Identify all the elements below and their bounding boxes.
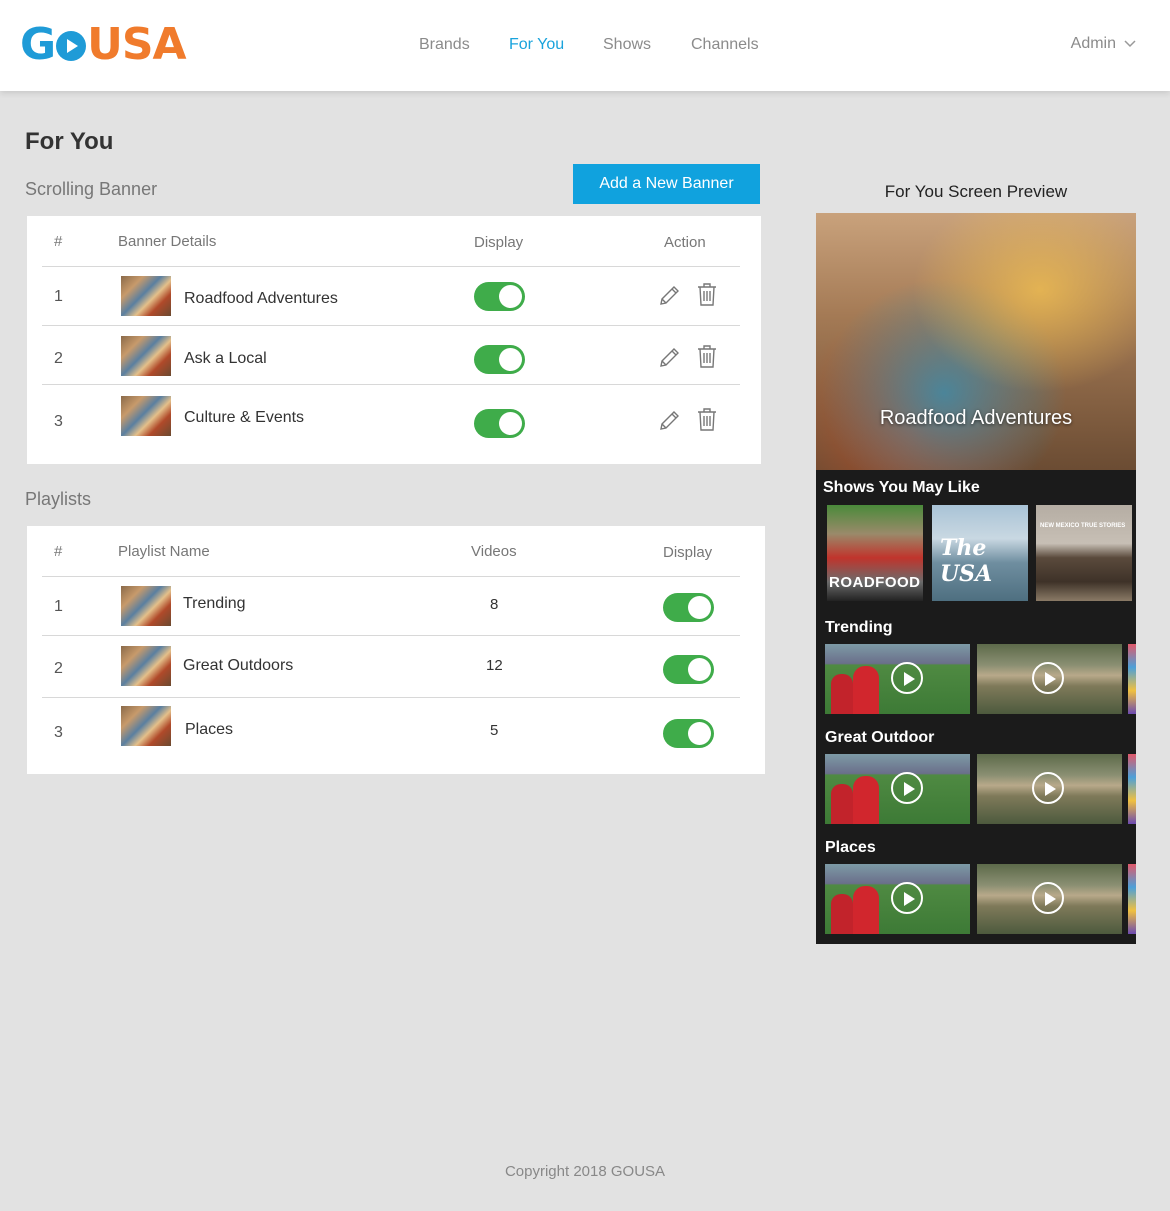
- playlist-thumbnail: [121, 706, 171, 746]
- playlist-table: # Playlist Name Videos Display 1 Trendin…: [27, 526, 765, 774]
- trash-icon[interactable]: [695, 406, 719, 432]
- row-number: 3: [54, 724, 63, 741]
- preview-row-title: Places: [825, 839, 876, 856]
- row-number: 2: [54, 660, 63, 677]
- video-tile[interactable]: [1128, 864, 1136, 934]
- row-number: 1: [54, 598, 63, 615]
- table-row: 1 Roadfood Adventures: [42, 266, 740, 326]
- row-number: 1: [54, 288, 63, 305]
- trash-icon[interactable]: [695, 343, 719, 369]
- video-count: 12: [486, 657, 503, 674]
- col-header-videos: Videos: [471, 543, 517, 560]
- playlist-name: Places: [185, 721, 234, 738]
- preview-row-title: Trending: [825, 619, 893, 636]
- trash-icon[interactable]: [695, 281, 719, 307]
- banner-thumbnail: [121, 276, 171, 316]
- banner-name: Culture & Events: [184, 409, 305, 426]
- edit-pencil-icon[interactable]: [657, 408, 681, 434]
- playlist-section-title: Playlists: [25, 489, 92, 509]
- play-icon: [891, 882, 923, 914]
- footer-copyright: Copyright 2018 GOUSA: [504, 1163, 666, 1180]
- col-header-name: Playlist Name: [118, 543, 210, 560]
- col-header-num: #: [54, 233, 63, 250]
- screen-preview: Roadfood Adventures Shows You May Like R…: [816, 213, 1136, 944]
- banner-name: Ask a Local: [184, 350, 267, 367]
- row-number: 2: [54, 350, 63, 367]
- top-header: G USA Brands For You Shows Channels Admin: [0, 0, 1170, 91]
- hero-caption: Roadfood Adventures: [879, 407, 1073, 429]
- banner-table: # Banner Details Display Action 1 Roadfo…: [27, 216, 761, 464]
- display-toggle[interactable]: [474, 282, 525, 311]
- display-toggle[interactable]: [663, 655, 714, 684]
- col-header-display: Display: [474, 234, 524, 251]
- show-tile-label: ROADFOOD: [829, 574, 921, 591]
- video-tile[interactable]: [825, 644, 970, 714]
- show-tile-roadfood[interactable]: ROADFOOD: [827, 505, 923, 601]
- edit-pencil-icon[interactable]: [657, 345, 681, 371]
- user-menu-label: Admin: [1070, 35, 1116, 52]
- banner-section-title: Scrolling Banner: [25, 179, 158, 199]
- play-icon: [891, 662, 923, 694]
- video-tile[interactable]: [977, 754, 1122, 824]
- video-tile[interactable]: [977, 864, 1122, 934]
- playlist-thumbnail: [121, 586, 171, 626]
- row-number: 3: [54, 413, 63, 430]
- page-title: For You: [25, 128, 114, 155]
- nav-for-you[interactable]: For You: [509, 36, 564, 54]
- shows-section-title: Shows You May Like: [823, 479, 980, 496]
- video-tile[interactable]: [825, 754, 970, 824]
- video-count: 5: [490, 722, 499, 739]
- table-row: 2 Great Outdoors 12: [42, 635, 740, 697]
- playlist-thumbnail: [121, 646, 171, 686]
- edit-pencil-icon[interactable]: [657, 283, 681, 309]
- col-header-details: Banner Details: [118, 233, 217, 250]
- table-row: 3 Places 5: [42, 697, 740, 761]
- hero-banner-image: Roadfood Adventures: [816, 213, 1136, 470]
- nav-channels[interactable]: Channels: [691, 36, 759, 54]
- banner-thumbnail: [121, 396, 171, 436]
- add-banner-button[interactable]: Add a New Banner: [573, 164, 760, 204]
- nav-shows[interactable]: Shows: [603, 36, 651, 54]
- preview-row-title: Great Outdoor: [825, 729, 935, 746]
- table-row: 3 Culture & Events: [42, 384, 740, 450]
- col-header-display: Display: [663, 544, 713, 561]
- show-tile-label: NEW MEXICO TRUE STORIES: [1040, 523, 1126, 529]
- video-tile[interactable]: [1128, 644, 1136, 714]
- playlist-name: Trending: [183, 595, 246, 612]
- main-nav: Brands For You Shows Channels: [0, 36, 1170, 58]
- col-header-action: Action: [664, 234, 706, 251]
- video-tile[interactable]: [825, 864, 970, 934]
- col-header-num: #: [54, 543, 63, 560]
- video-count: 8: [490, 596, 499, 613]
- play-icon: [1032, 882, 1064, 914]
- display-toggle[interactable]: [474, 409, 525, 438]
- table-row: 1 Trending 8: [42, 576, 740, 636]
- table-row: 2 Ask a Local: [42, 325, 740, 385]
- banner-thumbnail: [121, 336, 171, 376]
- play-icon: [1032, 662, 1064, 694]
- banner-name: Roadfood Adventures: [184, 290, 338, 307]
- nav-brands[interactable]: Brands: [419, 36, 470, 54]
- preview-title: For You Screen Preview: [884, 182, 1068, 201]
- video-tile[interactable]: [1128, 754, 1136, 824]
- user-menu[interactable]: Admin: [1071, 35, 1136, 53]
- show-tile-new-mexico[interactable]: NEW MEXICO TRUE STORIES: [1036, 505, 1132, 601]
- chevron-down-icon: [1124, 40, 1136, 48]
- show-tile-label: The USA: [940, 535, 993, 587]
- show-tile-the-usa[interactable]: The USA: [932, 505, 1028, 601]
- display-toggle[interactable]: [663, 719, 714, 748]
- display-toggle[interactable]: [474, 345, 525, 374]
- playlist-name: Great Outdoors: [183, 657, 294, 674]
- display-toggle[interactable]: [663, 593, 714, 622]
- video-tile[interactable]: [977, 644, 1122, 714]
- play-icon: [891, 772, 923, 804]
- play-icon: [1032, 772, 1064, 804]
